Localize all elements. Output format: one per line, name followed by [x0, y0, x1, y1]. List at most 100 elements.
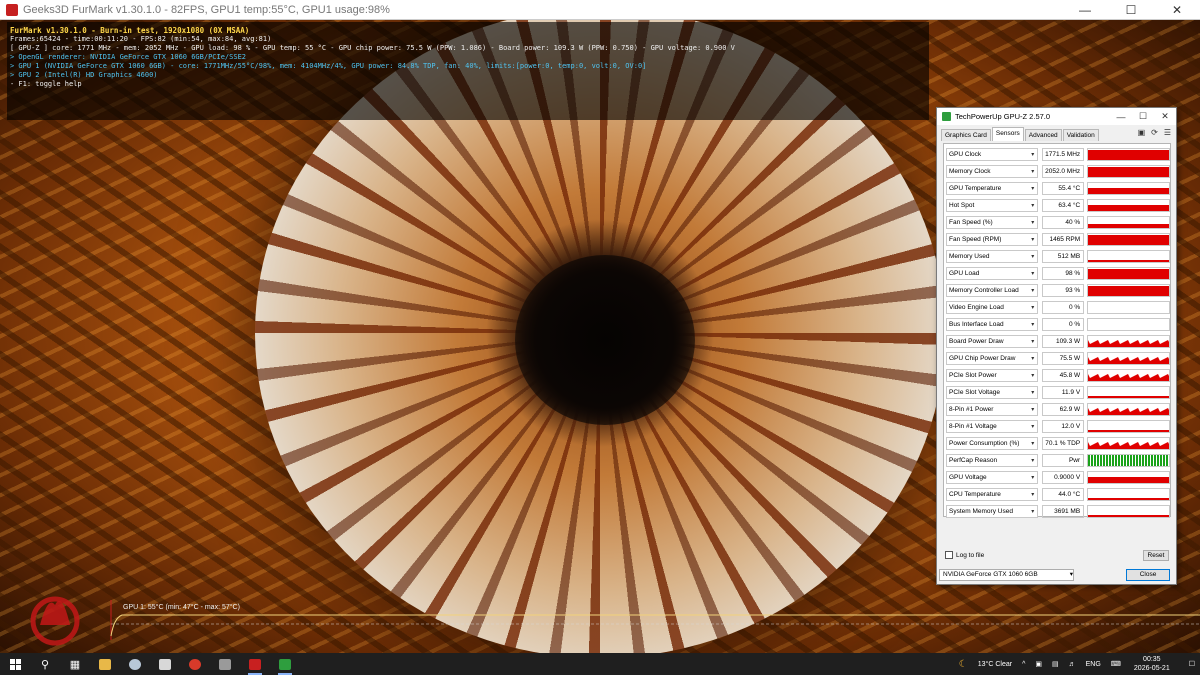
- sensor-row: PCIe Slot Voltage ▾ 11.9 V: [944, 384, 1170, 401]
- gpu-temperature-graph-label: GPU 1: 55°C (min: 47°C - max: 57°C): [123, 604, 240, 611]
- gpuz-title-bar[interactable]: TechPowerUp GPU-Z 2.57.0 — ☐ ✕: [937, 108, 1176, 125]
- keyboard-icon[interactable]: ⌨: [1111, 660, 1121, 668]
- sensor-name: Fan Speed (RPM): [949, 236, 1002, 243]
- osd-line: > OpenGL renderer: NVIDIA GeForce GTX 10…: [10, 53, 247, 61]
- sensor-graph: [1087, 403, 1170, 416]
- sensor-name-dropdown[interactable]: GPU Temperature ▾: [946, 182, 1038, 195]
- furmark-app-icon: [6, 3, 18, 16]
- sensor-name-dropdown[interactable]: 8-Pin #1 Voltage ▾: [946, 420, 1038, 433]
- sensor-name-dropdown[interactable]: Memory Controller Load ▾: [946, 284, 1038, 297]
- network-icon[interactable]: ▤: [1052, 660, 1059, 668]
- close-button[interactable]: ✕: [1154, 0, 1200, 20]
- gpuz-minimize-button[interactable]: —: [1110, 112, 1132, 122]
- language-indicator[interactable]: ENG: [1086, 661, 1101, 668]
- sensor-value: 75.5 W: [1041, 352, 1085, 365]
- sensor-list: GPU Clock ▾ 1771.5 MHz Memory Clock ▾ 2052.0 …: [943, 143, 1171, 518]
- search-icon[interactable]: ⚲: [30, 653, 60, 675]
- calculator-icon[interactable]: [150, 653, 180, 675]
- notification-icon[interactable]: ☐: [1189, 660, 1195, 668]
- sensor-name-dropdown[interactable]: GPU Load ▾: [946, 267, 1038, 280]
- furmark-window-title: Geeks3D FurMark v1.30.1.0 - 82FPS, GPU1 …: [23, 3, 390, 16]
- osd-line: > GPU 2 (Intel(R) HD Graphics 4600): [10, 71, 158, 79]
- sensor-name-dropdown[interactable]: System Memory Used ▾: [946, 505, 1038, 518]
- sensor-name-dropdown[interactable]: Hot Spot ▾: [946, 199, 1038, 212]
- sensor-name-dropdown[interactable]: GPU Voltage ▾: [946, 471, 1038, 484]
- sensor-row: 8-Pin #1 Voltage ▾ 12.0 V: [944, 418, 1170, 435]
- tab-graphics-card[interactable]: Graphics Card: [941, 129, 991, 141]
- menu-icon[interactable]: ☰: [1164, 128, 1171, 137]
- task-view-icon[interactable]: ▦: [60, 653, 90, 675]
- reset-button[interactable]: Reset: [1143, 550, 1169, 561]
- camera-icon[interactable]: ▣: [1138, 128, 1146, 137]
- sensor-name: Memory Controller Load: [949, 287, 1019, 294]
- start-button[interactable]: [0, 653, 30, 675]
- app-grid-icon[interactable]: [210, 653, 240, 675]
- sensor-row: GPU Chip Power Draw ▾ 75.5 W: [944, 350, 1170, 367]
- sensor-name-dropdown[interactable]: Memory Used ▾: [946, 250, 1038, 263]
- sensor-name-dropdown[interactable]: Fan Speed (%) ▾: [946, 216, 1038, 229]
- gpuz-close-button[interactable]: Close: [1126, 569, 1170, 581]
- sensor-name: GPU Voltage: [949, 474, 987, 481]
- sensor-name: Board Power Draw: [949, 338, 1004, 345]
- chevron-down-icon: ▾: [1031, 339, 1035, 345]
- gpuz-close-x-button[interactable]: ✕: [1154, 111, 1176, 122]
- chevron-down-icon: ▾: [1031, 271, 1035, 277]
- sensor-name-dropdown[interactable]: GPU Clock ▾: [946, 148, 1038, 161]
- file-explorer-icon[interactable]: [90, 653, 120, 675]
- gpuz-maximize-button[interactable]: ☐: [1132, 111, 1154, 122]
- maximize-button[interactable]: ☐: [1108, 0, 1154, 20]
- sensor-name-dropdown[interactable]: PerfCap Reason ▾: [946, 454, 1038, 467]
- sensor-graph: [1087, 233, 1170, 246]
- chevron-up-icon[interactable]: ^: [1022, 661, 1025, 668]
- minimize-button[interactable]: —: [1062, 0, 1108, 20]
- gpuz-taskbar-icon[interactable]: [270, 653, 300, 675]
- weather-text[interactable]: 13°C Clear: [978, 661, 1012, 668]
- log-to-file-checkbox[interactable]: Log to file: [945, 551, 984, 559]
- furmark-taskbar-icon[interactable]: [240, 653, 270, 675]
- sensor-graph: [1087, 182, 1170, 195]
- sensor-row: GPU Voltage ▾ 0.9000 V: [944, 469, 1170, 486]
- moon-weather-icon[interactable]: ☾: [959, 659, 968, 670]
- browser-icon[interactable]: [120, 653, 150, 675]
- sensor-value: 63.4 °C: [1041, 199, 1085, 212]
- log-to-file-label: Log to file: [956, 551, 985, 559]
- gpu-select-dropdown[interactable]: NVIDIA GeForce GTX 1060 6GB ▾: [939, 569, 1074, 581]
- sensor-name-dropdown[interactable]: CPU Temperature ▾: [946, 488, 1038, 501]
- record-app-icon[interactable]: [180, 653, 210, 675]
- sensor-name-dropdown[interactable]: GPU Chip Power Draw ▾: [946, 352, 1038, 365]
- sensor-graph: [1087, 148, 1170, 161]
- clock[interactable]: 00:35 2026-05-21: [1134, 655, 1170, 673]
- device-icon[interactable]: ▣: [1035, 660, 1042, 668]
- refresh-icon[interactable]: ⟳: [1151, 128, 1158, 137]
- volume-icon[interactable]: ♬: [1069, 661, 1076, 668]
- sensor-name-dropdown[interactable]: PCIe Slot Power ▾: [946, 369, 1038, 382]
- sensor-value: 11.9 V: [1041, 386, 1085, 399]
- sensor-graph: [1087, 420, 1170, 433]
- sensor-name-dropdown[interactable]: 8-Pin #1 Power ▾: [946, 403, 1038, 416]
- sensor-name-dropdown[interactable]: Power Consumption (%) ▾: [946, 437, 1038, 450]
- chevron-down-icon: ▾: [1031, 407, 1035, 413]
- sensor-graph: [1087, 250, 1170, 263]
- sensor-name: Video Engine Load: [949, 304, 1004, 311]
- sensor-name: GPU Clock: [949, 151, 982, 158]
- sensor-name: Memory Clock: [949, 168, 991, 175]
- tab-advanced[interactable]: Advanced: [1024, 129, 1062, 141]
- chevron-down-icon: ▾: [1031, 458, 1035, 464]
- sensor-graph: [1087, 318, 1170, 331]
- tab-validation[interactable]: Validation: [1062, 129, 1099, 141]
- sensor-name-dropdown[interactable]: Board Power Draw ▾: [946, 335, 1038, 348]
- log-to-file-checkbox-box[interactable]: [945, 551, 953, 559]
- furmark-osd-panel: FurMark v1.30.1.0 - Burn-in test, 1920x1…: [7, 22, 929, 120]
- sensor-row: Memory Used ▾ 512 MB: [944, 248, 1170, 265]
- sensor-name-dropdown[interactable]: PCIe Slot Voltage ▾: [946, 386, 1038, 399]
- sensor-name-dropdown[interactable]: Fan Speed (RPM) ▾: [946, 233, 1038, 246]
- sensor-name-dropdown[interactable]: Memory Clock ▾: [946, 165, 1038, 178]
- sensor-graph: [1087, 505, 1170, 518]
- sensor-row: Memory Controller Load ▾ 93 %: [944, 282, 1170, 299]
- sensor-graph: [1087, 386, 1170, 399]
- furmark-title-bar[interactable]: Geeks3D FurMark v1.30.1.0 - 82FPS, GPU1 …: [0, 0, 1200, 20]
- sensor-name-dropdown[interactable]: Bus Interface Load ▾: [946, 318, 1038, 331]
- tab-sensors[interactable]: Sensors: [991, 127, 1024, 141]
- taskbar: ⚲ ▦ ☾ 13°C Clear ^ ▣ ▤ ♬ ENG ⌨ 00:35 202…: [0, 653, 1200, 675]
- sensor-name-dropdown[interactable]: Video Engine Load ▾: [946, 301, 1038, 314]
